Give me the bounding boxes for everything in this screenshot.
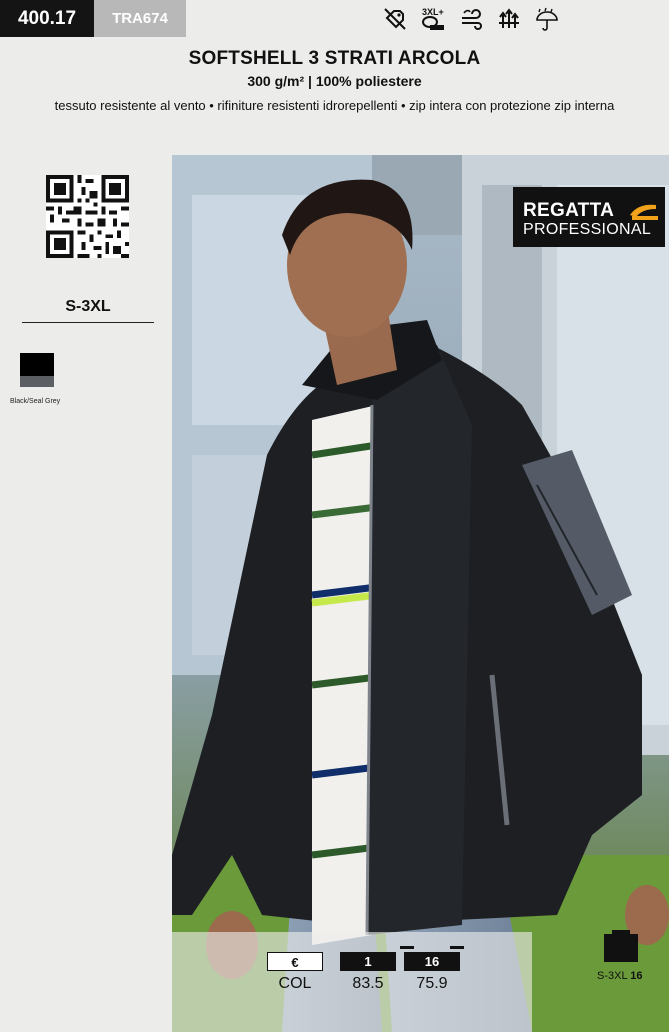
product-subtitle: 300 g/m² | 100% poliestere (247, 73, 422, 89)
packing-box-icon (604, 930, 638, 962)
product-reference: TRA674 (94, 0, 186, 37)
size-range: S-3XL (65, 298, 111, 315)
qty-16-header: 16 (404, 952, 460, 971)
packing-size-range: S-3XL (597, 970, 631, 982)
water-repellent-umbrella-icon (536, 7, 558, 31)
currency-header: € (267, 952, 323, 971)
swatch-secondary (20, 376, 54, 387)
product-code: 400.17 (0, 0, 94, 37)
size-divider (22, 322, 154, 323)
feature-icons: 3XL+ (382, 4, 560, 34)
qr-code[interactable] (46, 175, 129, 258)
price-column-currency: € COL (267, 952, 323, 993)
breathable-icon (499, 8, 519, 28)
color-swatch-black-seal-grey[interactable] (20, 353, 54, 387)
currency-value: COL (278, 975, 312, 992)
brand-logo: REGATTA PROFESSIONAL (513, 187, 665, 247)
qty-1-header: 1 (340, 952, 396, 971)
product-title: SOFTSHELL 3 STRATI ARCOLA (188, 48, 481, 69)
color-swatch-label: Black/Seal Grey (10, 398, 61, 405)
product-photo (172, 155, 669, 1032)
windproof-icon (462, 9, 482, 30)
qty-16-tab-left (400, 946, 414, 949)
packing-quantity: 16 (630, 970, 643, 982)
price-column-qty-1: 1 83.5 (340, 952, 396, 993)
price-column-qty-16: 16 75.9 (400, 946, 464, 993)
shirt-no-tag-icon (384, 8, 406, 30)
size-3xl-plus-measure-icon: 3XL+ (422, 7, 444, 30)
packing-info: S-3XL 16 (597, 970, 642, 982)
qty-1-price: 83.5 (352, 975, 384, 992)
swatch-primary (20, 353, 54, 376)
qty-16-tab-right (450, 946, 464, 949)
size-3xl-label: 3XL+ (422, 7, 444, 17)
brand-mark-icon (630, 204, 658, 220)
brand-line: PROFESSIONAL (523, 221, 652, 238)
product-features: tessuto resistente al vento • rifiniture… (54, 98, 615, 113)
qty-16-price: 75.9 (416, 975, 448, 992)
